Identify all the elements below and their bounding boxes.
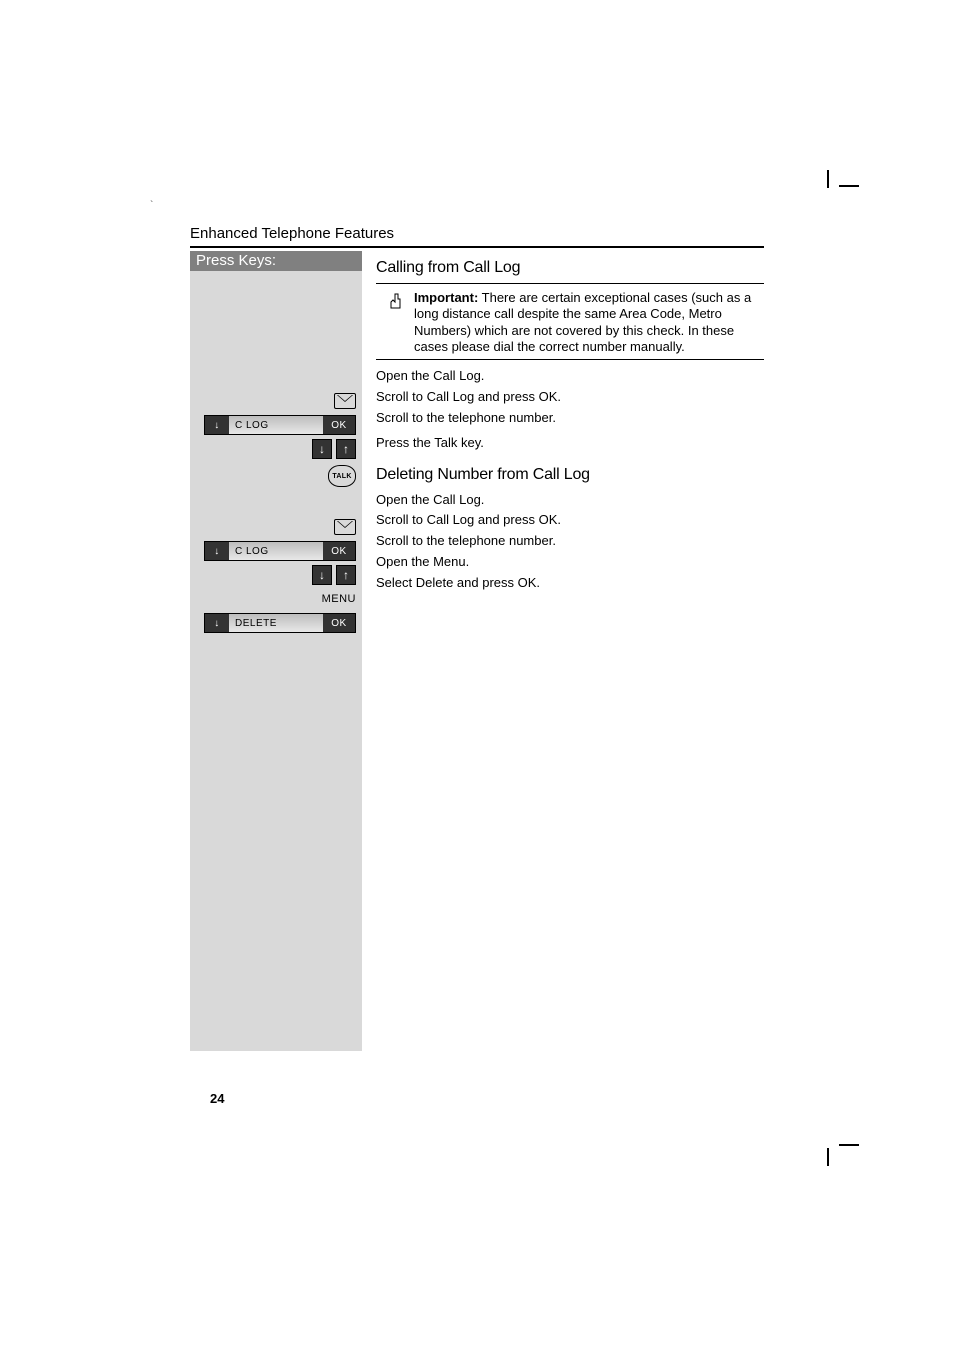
section-title: Enhanced Telephone Features (190, 225, 764, 248)
divider (376, 283, 764, 284)
menu-key-label: MENU (322, 593, 356, 605)
press-keys-header: Press Keys: (190, 251, 362, 271)
envelope-down-icon (334, 393, 356, 409)
content-columns: Press Keys: ↓ C LOG OK ↓ ↑ (190, 251, 764, 1051)
down-arrow-icon: ↓ (205, 416, 229, 434)
instruction-step: Open the Call Log. (376, 366, 764, 387)
crop-mark (839, 1144, 859, 1146)
key-slot (190, 515, 362, 539)
divider (376, 359, 764, 360)
crop-mark (839, 185, 859, 187)
key-slot: ↓ C LOG OK (190, 539, 362, 563)
key-slot: TALK (190, 461, 362, 491)
instruction-step: Scroll to the telephone number. (376, 531, 764, 552)
instruction-step: Scroll to the telephone number. (376, 408, 764, 429)
key-slot (190, 389, 362, 413)
lcd-display: ↓ C LOG OK (204, 541, 356, 561)
instruction-step: Press the Talk key. (376, 429, 764, 458)
pointing-hand-icon (388, 290, 406, 355)
arrow-keys: ↓ ↑ (312, 565, 356, 585)
spacer (190, 361, 362, 389)
talk-key-icon: TALK (328, 465, 356, 487)
spacer (190, 491, 362, 515)
stray-mark: ` (150, 200, 153, 211)
lcd-text: DELETE (229, 618, 323, 629)
instruction-column: Calling from Call Log Important: There a… (376, 251, 764, 1051)
envelope-down-icon (334, 519, 356, 535)
key-slot: ↓ C LOG OK (190, 413, 362, 437)
subsection-title: Deleting Number from Call Log (376, 466, 764, 484)
crop-mark (827, 1148, 829, 1166)
important-note: Important: There are certain exceptional… (376, 290, 764, 355)
lcd-display: ↓ DELETE OK (204, 613, 356, 633)
instruction-step: Scroll to Call Log and press OK. (376, 510, 764, 531)
instruction-step: Open the Call Log. (376, 490, 764, 511)
instruction-step: Scroll to Call Log and press OK. (376, 387, 764, 408)
key-slot: ↓ ↑ (190, 563, 362, 587)
instruction-step: Select Delete and press OK. (376, 573, 764, 594)
up-arrow-icon: ↑ (336, 565, 356, 585)
down-arrow-icon: ↓ (312, 565, 332, 585)
spacer (190, 271, 362, 361)
up-arrow-icon: ↑ (336, 439, 356, 459)
ok-key-label: OK (323, 542, 355, 560)
down-arrow-icon: ↓ (312, 439, 332, 459)
ok-key-label: OK (323, 416, 355, 434)
instruction-step: Open the Menu. (376, 552, 764, 573)
key-slot: MENU (190, 587, 362, 611)
lcd-text: C LOG (229, 546, 323, 557)
arrow-keys: ↓ ↑ (312, 439, 356, 459)
down-arrow-icon: ↓ (205, 614, 229, 632)
subsection-title: Calling from Call Log (376, 259, 764, 277)
press-keys-column: Press Keys: ↓ C LOG OK ↓ ↑ (190, 251, 362, 1051)
crop-mark (827, 170, 829, 188)
down-arrow-icon: ↓ (205, 542, 229, 560)
page: ` Enhanced Telephone Features Press Keys… (0, 0, 954, 1351)
key-slot: ↓ ↑ (190, 437, 362, 461)
ok-key-label: OK (323, 614, 355, 632)
page-number: 24 (210, 1091, 224, 1106)
important-label: Important: (414, 290, 478, 305)
lcd-display: ↓ C LOG OK (204, 415, 356, 435)
important-text: Important: There are certain exceptional… (414, 290, 764, 355)
lcd-text: C LOG (229, 420, 323, 431)
key-slot: ↓ DELETE OK (190, 611, 362, 635)
